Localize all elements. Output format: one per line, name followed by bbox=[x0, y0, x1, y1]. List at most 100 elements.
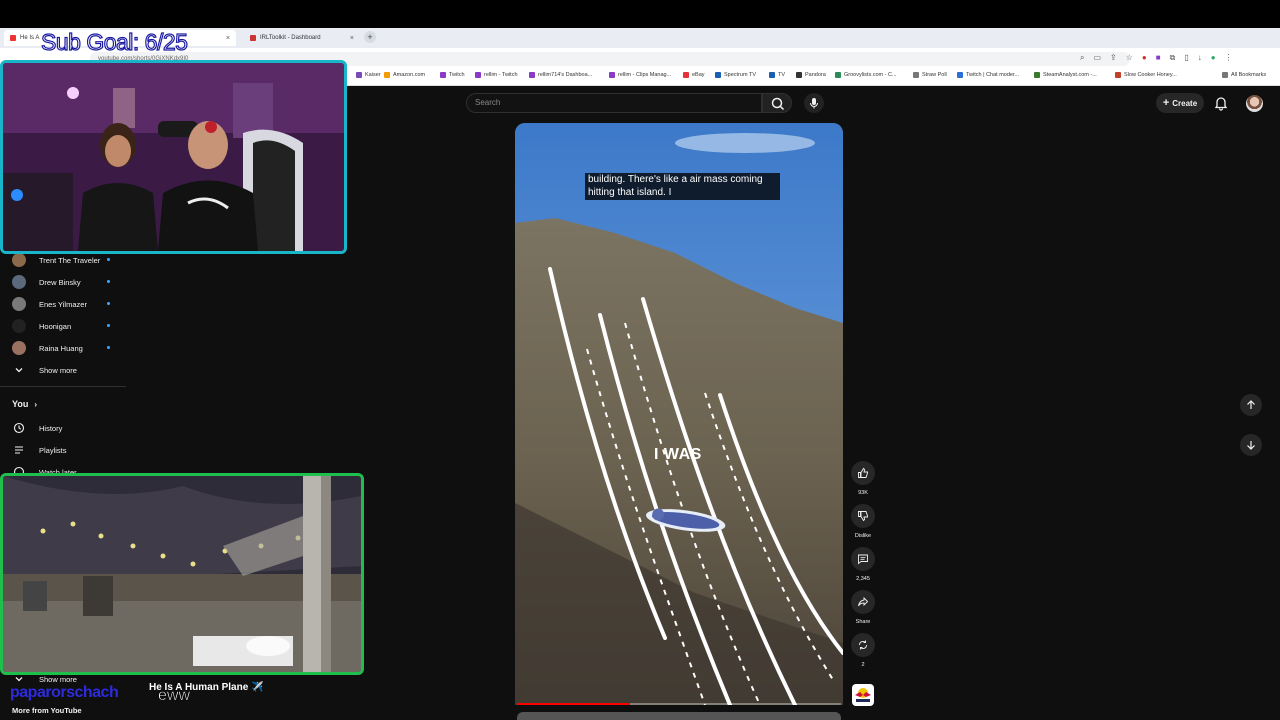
channel-avatar bbox=[12, 275, 26, 289]
sidebar-item-playlists[interactable]: Playlists bbox=[12, 443, 67, 457]
sidebar-item-label: Hoonigan bbox=[39, 321, 72, 331]
sidebar-item-label: Enes Yilmazer bbox=[39, 299, 87, 309]
bookmark-item[interactable]: Twitch | Chat moder... bbox=[957, 72, 1019, 78]
bookmark-item[interactable]: Pandora bbox=[796, 72, 826, 78]
channel-thumbnail[interactable] bbox=[852, 684, 874, 706]
bookmark-item[interactable]: rellim - Clips Manag... bbox=[609, 72, 671, 78]
bookmark-favicon-icon bbox=[913, 72, 919, 78]
backyard-camera bbox=[0, 473, 364, 675]
show-more-button[interactable]: Show more bbox=[12, 363, 77, 377]
channel-avatar bbox=[12, 297, 26, 311]
bookmark-label: Straw Poll bbox=[922, 72, 947, 78]
comments-button[interactable]: 2,345 bbox=[851, 547, 875, 582]
share-button[interactable]: Share bbox=[851, 590, 875, 625]
bookmark-item[interactable]: rellim714's Dashboa... bbox=[529, 72, 592, 78]
bookmark-favicon-icon bbox=[769, 72, 775, 78]
account-avatar[interactable] bbox=[1246, 95, 1263, 112]
bookmark-label: Twitch bbox=[449, 72, 465, 78]
puzzle-icon[interactable]: ⧉ bbox=[1170, 53, 1176, 63]
like-count: 93K bbox=[858, 490, 868, 496]
profile-icon[interactable]: ● bbox=[1211, 53, 1216, 63]
plus-icon: + bbox=[1162, 97, 1170, 109]
remix-icon bbox=[859, 640, 867, 650]
previous-short-button[interactable] bbox=[1240, 394, 1262, 416]
bookmark-label: Amazon.com bbox=[393, 72, 426, 78]
comment-icon bbox=[858, 554, 868, 565]
dislike-label: Dislike bbox=[854, 533, 872, 539]
you-label: You bbox=[12, 399, 29, 409]
bookmark-label: Groovylists.com - C... bbox=[844, 72, 897, 78]
sidepanel-icon[interactable]: ▯ bbox=[1184, 53, 1188, 63]
new-tab-button[interactable]: + bbox=[364, 31, 376, 43]
bookmark-favicon-icon bbox=[529, 72, 535, 78]
like-button[interactable]: 93K bbox=[851, 461, 875, 496]
menu-icon[interactable]: ⋮ bbox=[1225, 53, 1233, 63]
bookmark-item[interactable]: Slow Cooker Honey... bbox=[1115, 72, 1177, 78]
bookmark-favicon-icon bbox=[356, 72, 362, 78]
sidebar-item-history[interactable]: History bbox=[12, 421, 62, 435]
notifications-icon[interactable] bbox=[1213, 95, 1229, 111]
new-content-dot bbox=[107, 302, 110, 305]
bookmark-item[interactable]: SteamAnalyst.com -... bbox=[1034, 72, 1097, 78]
mic-icon bbox=[810, 98, 818, 109]
sidebar-divider bbox=[0, 386, 126, 387]
sidebar-item-subscription[interactable]: Hoonigan bbox=[12, 319, 122, 333]
more-from-label: More from YouTube bbox=[12, 706, 82, 715]
bookmark-favicon-icon bbox=[683, 72, 689, 78]
bookmark-item[interactable]: Spectrum TV bbox=[715, 72, 756, 78]
bookmark-favicon-icon bbox=[835, 72, 841, 78]
bookmark-item[interactable]: TV bbox=[769, 72, 785, 78]
bookmark-item[interactable]: Amazon.com bbox=[384, 72, 425, 78]
sidebar-item-subscription[interactable]: Trent The Traveler bbox=[12, 253, 122, 267]
remix-count: 2 bbox=[861, 662, 865, 668]
sidebar-item-subscription[interactable]: Enes Yilmazer bbox=[12, 297, 122, 311]
next-short-preview[interactable] bbox=[517, 712, 841, 720]
bookmark-item[interactable]: Twitch bbox=[440, 72, 465, 78]
tab-label: He Is A bbox=[20, 35, 40, 41]
extension-icon[interactable]: ● bbox=[1142, 53, 1147, 63]
search-button[interactable] bbox=[762, 93, 792, 113]
sidebar-item-subscription[interactable]: Raina Huang bbox=[12, 341, 122, 355]
all-bookmarks-label: All Bookmarks bbox=[1231, 72, 1267, 78]
close-icon[interactable]: × bbox=[350, 35, 354, 42]
bookmark-item[interactable]: Groovylists.com - C... bbox=[835, 72, 897, 78]
install-icon[interactable]: ▭ bbox=[1093, 53, 1101, 63]
bookmark-label: eBay bbox=[692, 72, 705, 78]
bookmark-item[interactable]: eBay bbox=[683, 72, 705, 78]
channel-avatar bbox=[12, 319, 26, 333]
search-input[interactable]: Search bbox=[466, 93, 762, 113]
search-icon bbox=[771, 97, 785, 111]
bookmark-label: SteamAnalyst.com -... bbox=[1043, 72, 1097, 78]
voice-search-button[interactable] bbox=[804, 93, 824, 113]
create-button[interactable]: + Create bbox=[1156, 93, 1204, 113]
dislike-button[interactable]: Dislike bbox=[851, 504, 875, 539]
bookmark-item[interactable]: Kaiser bbox=[356, 72, 381, 78]
video-overlay-text: I WAS bbox=[654, 446, 702, 463]
share-label: Share bbox=[855, 619, 871, 625]
video-frame bbox=[515, 123, 843, 705]
download-icon[interactable]: ↓ bbox=[1198, 53, 1202, 63]
short-video-player[interactable] bbox=[515, 123, 843, 705]
video-caption: building. There's like a air mass coming… bbox=[585, 173, 780, 200]
remix-button[interactable]: 2 bbox=[851, 633, 875, 668]
all-bookmarks[interactable]: All Bookmarks bbox=[1222, 72, 1266, 78]
bookmark-item[interactable]: Straw Poll bbox=[913, 72, 947, 78]
extension-icon[interactable]: ■ bbox=[1156, 53, 1161, 63]
you-section-header[interactable]: You › bbox=[12, 399, 37, 409]
share-arrow-icon bbox=[858, 596, 869, 607]
star-icon[interactable]: ☆ bbox=[1126, 53, 1133, 63]
tab-irltoolkit[interactable]: IRLToolkit - Dashboard × bbox=[244, 30, 360, 46]
share-icon[interactable]: ⇪ bbox=[1110, 53, 1117, 63]
video-progress-bar[interactable] bbox=[517, 703, 841, 705]
webcam-scene bbox=[3, 63, 344, 251]
address-bar-icons: ⌕ ▭ ⇪ ☆ ● ■ ⧉ ▯ ↓ ● ⋮ bbox=[1080, 53, 1233, 63]
sidebar-item-subscription[interactable]: Drew Binsky bbox=[12, 275, 122, 289]
close-icon[interactable]: × bbox=[226, 35, 230, 42]
history-icon bbox=[12, 421, 26, 435]
create-label: Create bbox=[1172, 98, 1198, 108]
arrow-down-icon bbox=[1247, 441, 1255, 450]
next-short-button[interactable] bbox=[1240, 434, 1262, 456]
bookmark-item[interactable]: rellim - Twitch bbox=[475, 72, 518, 78]
zoom-icon[interactable]: ⌕ bbox=[1080, 53, 1084, 63]
show-more-label: Show more bbox=[39, 365, 77, 375]
